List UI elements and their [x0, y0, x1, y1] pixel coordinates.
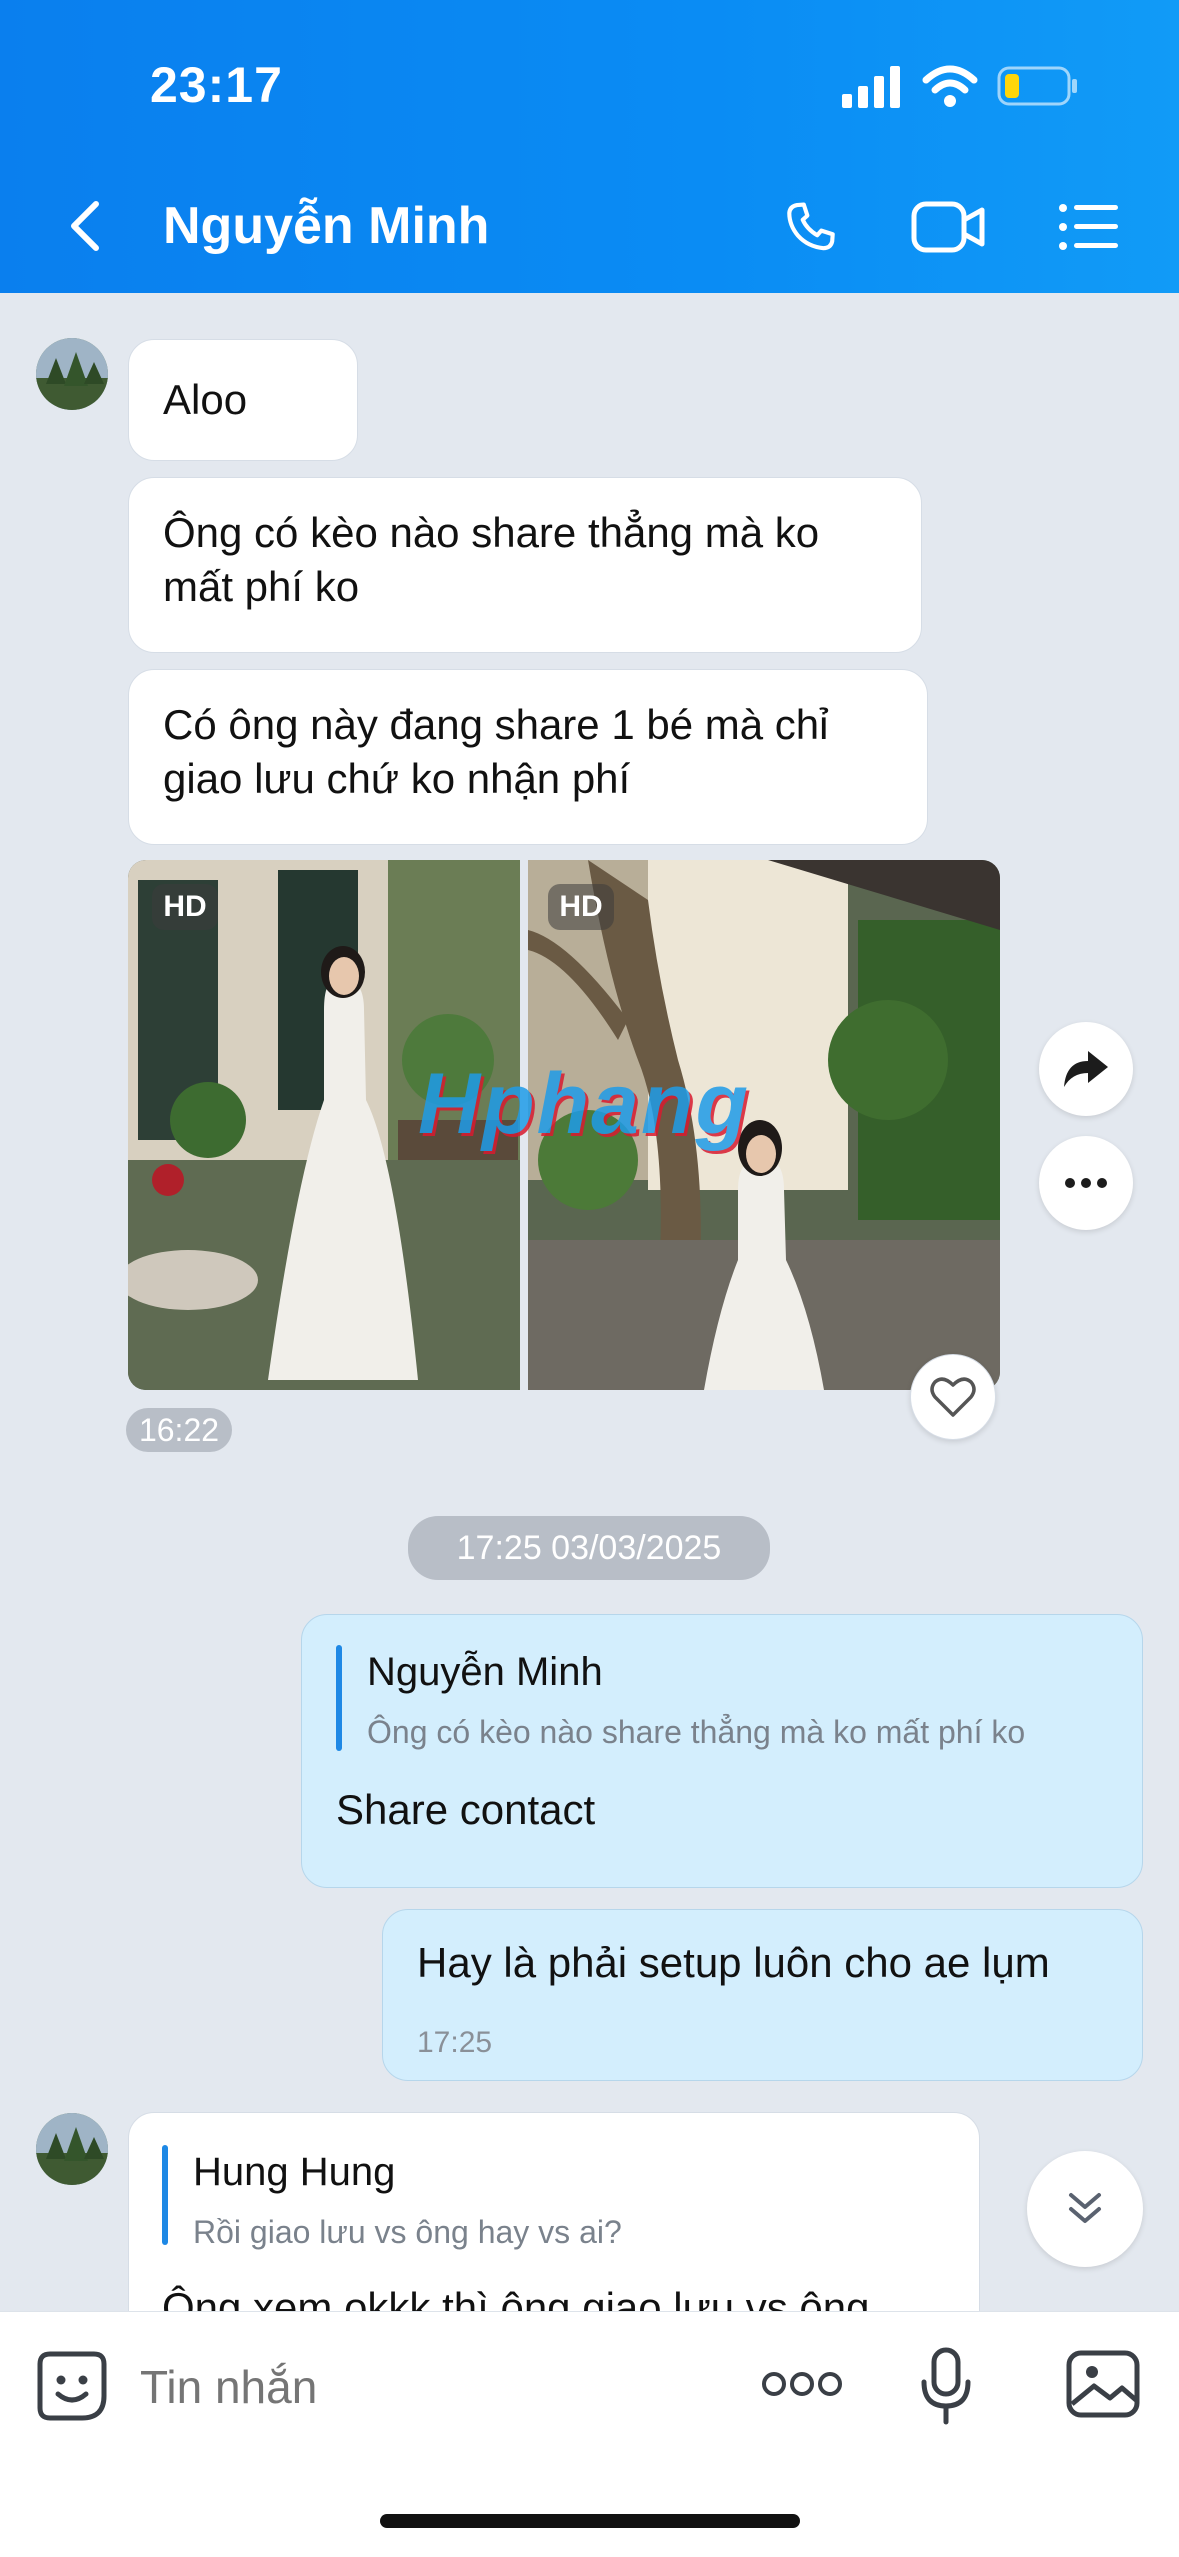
share-forward-button[interactable] — [1039, 1022, 1133, 1116]
chat-header: 23:17 Nguyễn Minh — [0, 0, 1179, 293]
contact-name[interactable]: Nguyễn Minh — [163, 196, 489, 256]
wifi-icon — [922, 65, 978, 107]
quote-bar — [162, 2145, 168, 2245]
quote-text: Rồi giao lưu vs ông hay vs ai? — [193, 2214, 622, 2250]
message-text: mất phí ko — [163, 563, 360, 610]
date-divider: 17:25 03/03/2025 — [408, 1516, 770, 1580]
message-text: Aloo — [163, 376, 248, 423]
message-text: giao lưu chứ ko nhận phí — [163, 755, 631, 802]
microphone-icon[interactable] — [918, 2346, 974, 2426]
status-time: 23:17 — [150, 57, 283, 113]
message-bubble[interactable]: Aloo — [128, 339, 358, 461]
avatar[interactable] — [36, 2113, 108, 2185]
message-text: Hay là phải setup luôn cho ae lụm — [417, 1939, 1050, 1986]
avatar[interactable] — [36, 338, 108, 410]
message-input[interactable] — [138, 2348, 702, 2426]
message-text: Ông có kèo nào share thẳng mà ko — [163, 509, 820, 556]
watermark: Hphang — [418, 1056, 751, 1152]
back-icon[interactable] — [62, 198, 106, 254]
share-forward-icon — [1064, 1051, 1108, 1087]
my-reply-bubble[interactable]: Nguyễn Minh Ông có kèo nào share thẳng m… — [301, 1614, 1143, 1888]
quote-bar — [336, 1645, 342, 1751]
chat-messages-area[interactable]: Aloo Ông có kèo nào share thẳng mà ko mấ… — [0, 293, 1179, 2311]
my-message-bubble[interactable]: Hay là phải setup luôn cho ae lụm 17:25 — [382, 1909, 1143, 2081]
message-bubble[interactable]: Có ông này đang share 1 bé mà chỉ giao l… — [128, 669, 928, 845]
photo-album[interactable]: HD HD Hphang — [128, 860, 1000, 1390]
message-timestamp: 17:25 — [417, 2026, 493, 2059]
more-options-icon — [1065, 1178, 1107, 1188]
hd-badge: HD — [548, 884, 614, 930]
react-heart-button[interactable] — [910, 1354, 996, 1440]
message-text: Ông xem okkk thì ông giao lưu vs ông — [162, 2284, 870, 2311]
hd-badge: HD — [152, 884, 218, 930]
scroll-to-bottom-button[interactable] — [1027, 2151, 1143, 2267]
message-timestamp: 16:22 — [126, 1408, 232, 1452]
gallery-icon[interactable] — [1066, 2350, 1140, 2418]
more-dots-icon[interactable] — [760, 2370, 844, 2398]
message-text: Share contact — [336, 1786, 596, 1833]
message-bubble[interactable]: Ông có kèo nào share thẳng mà ko mất phí… — [128, 477, 922, 653]
battery-icon — [997, 66, 1077, 106]
home-indicator — [380, 2514, 800, 2528]
phone-icon[interactable] — [780, 196, 842, 258]
quote-author: Nguyễn Minh — [367, 1650, 603, 1694]
heart-icon — [930, 1377, 976, 1417]
signal-icon — [842, 66, 900, 108]
menu-list-icon[interactable] — [1058, 202, 1120, 252]
quote-author: Hung Hung — [193, 2150, 396, 2194]
message-text: Có ông này đang share 1 bé mà chỉ — [163, 701, 829, 748]
video-call-icon[interactable] — [910, 198, 988, 256]
sticker-icon[interactable] — [36, 2350, 108, 2422]
more-options-button[interactable] — [1039, 1136, 1133, 1230]
scroll-down-icon — [1069, 2193, 1101, 2223]
reply-bubble[interactable]: Hung Hung Rồi giao lưu vs ông hay vs ai?… — [128, 2112, 980, 2311]
quote-text: Ông có kèo nào share thẳng mà ko mất phí… — [367, 1714, 1026, 1750]
